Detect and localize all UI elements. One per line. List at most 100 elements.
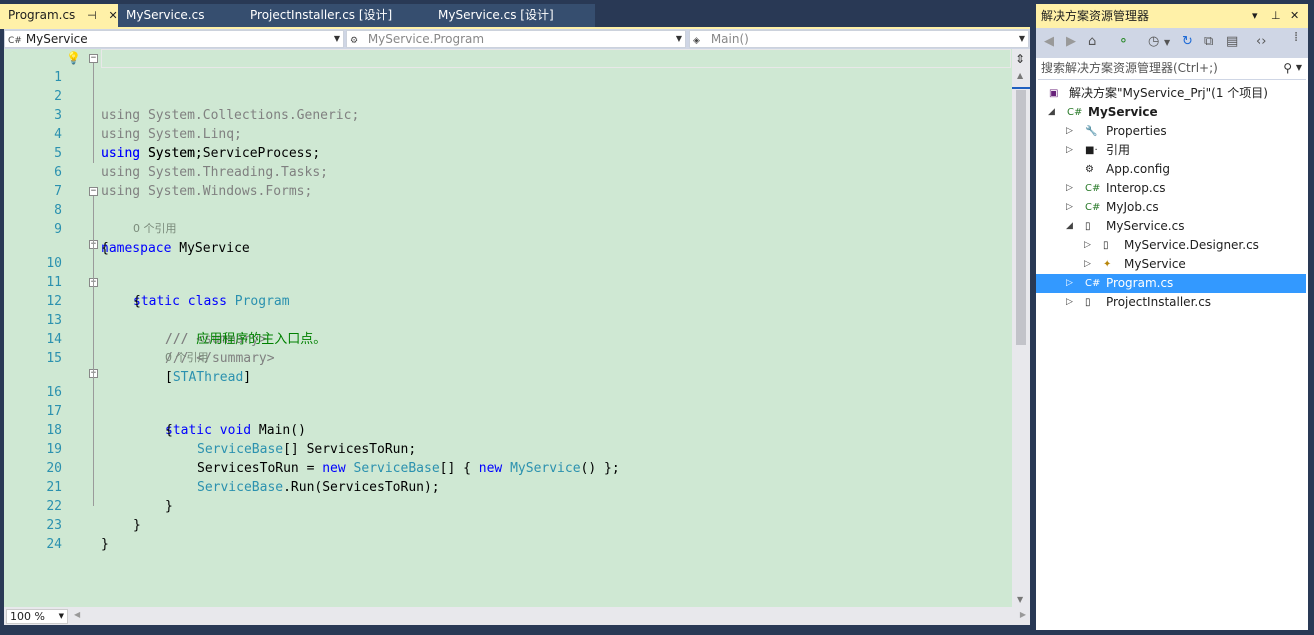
close-icon[interactable]: ✕ — [109, 4, 118, 27]
code-line: 7 — [4, 163, 1012, 199]
code-editor-pane: Program.cs ⊣ ✕ MyService.cs ProjectInsta… — [0, 0, 1034, 635]
horizontal-scrollbar[interactable]: 100 % ▼ ◀ ▶ — [4, 607, 1030, 625]
panel-title: 解决方案资源管理器 — [1041, 9, 1150, 23]
line-number: 24 — [46, 537, 62, 552]
csharp-project-icon: C# — [8, 36, 22, 46]
tree-item-label: MyService — [1124, 257, 1186, 271]
forward-icon[interactable]: ▶ — [1066, 34, 1076, 49]
config-file-icon: ⚙ — [1085, 164, 1094, 175]
code-text-area[interactable]: 1 💡 − using System; 2 using System.Colle… — [4, 49, 1012, 607]
scroll-up-icon[interactable]: ▲ — [1017, 71, 1023, 80]
tab-label: MyService.cs — [126, 8, 205, 22]
tree-item-myservice-designer-cs[interactable]: ▷ ▯ MyService.Designer.cs — [1036, 236, 1306, 255]
project-dropdown[interactable]: C# MyService ▼ — [4, 30, 344, 48]
tree-item-label: MyService.cs — [1106, 219, 1185, 233]
code-line: 3 using System.Linq; — [4, 87, 1012, 142]
tree-item-app-config[interactable]: ⚙ App.config — [1036, 160, 1306, 179]
window-position-dropdown-icon[interactable]: ▾ — [1252, 4, 1258, 28]
collapse-icon[interactable]: − — [89, 187, 98, 196]
scroll-right-icon[interactable]: ▶ — [1020, 610, 1026, 619]
file-icon: ▯ — [1085, 221, 1091, 232]
code-line: 10 − static class Program — [4, 235, 1012, 310]
tree-item-myjob-cs[interactable]: ▷ C# MyJob.cs — [1036, 198, 1306, 217]
close-icon[interactable]: ✕ — [1290, 4, 1299, 28]
tab-myservice-cs[interactable]: MyService.cs — [118, 4, 242, 27]
scroll-left-icon[interactable]: ◀ — [74, 610, 80, 619]
chevron-down-icon[interactable]: ▼ — [1296, 58, 1302, 78]
search-placeholder: 搜索解决方案资源管理器(Ctrl+;) — [1041, 61, 1218, 75]
expand-arrow-icon[interactable]: ▷ — [1066, 293, 1073, 312]
tab-projectinstaller-designer[interactable]: ProjectInstaller.cs [设计] — [242, 4, 430, 27]
code-line: 9 { — [4, 201, 1012, 256]
tree-item-properties[interactable]: ▷ 🔧 Properties — [1036, 122, 1306, 141]
project-dropdown-value: MyService — [25, 32, 88, 46]
overflow-icon[interactable]: ⁞ — [1294, 30, 1298, 45]
tree-item-myservice-component[interactable]: ▷ ✦ MyService — [1036, 255, 1306, 274]
method-icon: ◈ — [693, 36, 700, 46]
tree-item-myservice-cs[interactable]: ◢ ▯ MyService.cs — [1036, 217, 1306, 236]
refresh-icon[interactable]: ↻ — [1182, 34, 1193, 49]
history-icon[interactable]: ◷ — [1148, 34, 1159, 49]
tab-label: MyService.cs [设计] — [438, 8, 554, 22]
member-dropdown[interactable]: ◈ Main() ▼ — [689, 30, 1029, 48]
vertical-scrollbar[interactable]: ⇕ ▲ ▼ — [1012, 49, 1030, 607]
reference-count-hint[interactable]: 0 个引用 — [165, 350, 209, 365]
solution-search-input[interactable]: 搜索解决方案资源管理器(Ctrl+;) ⚲ ▼ — [1038, 58, 1306, 80]
tree-item-label: 引用 — [1106, 143, 1131, 157]
tree-item-program-cs[interactable]: ▷ C# Program.cs — [1036, 274, 1306, 293]
scroll-down-icon[interactable]: ▼ — [1017, 595, 1023, 604]
zoom-dropdown[interactable]: 100 % ▼ — [6, 609, 68, 624]
code-line: 11 { — [4, 254, 1012, 309]
expand-arrow-icon[interactable]: ▷ — [1066, 122, 1073, 141]
csharp-file-icon: C# — [1085, 202, 1101, 213]
collapse-all-icon[interactable]: ⧉ — [1204, 34, 1213, 49]
expand-arrow-icon[interactable]: ▷ — [1066, 274, 1073, 293]
tab-myservice-designer[interactable]: MyService.cs [设计] — [430, 4, 595, 27]
outlining-guide — [93, 196, 94, 506]
expand-arrow-icon[interactable]: ▷ — [1066, 198, 1073, 217]
tab-program-cs[interactable]: Program.cs ⊣ ✕ — [0, 4, 118, 27]
expand-arrow-icon[interactable]: ▷ — [1084, 255, 1091, 274]
outlining-guide — [93, 63, 94, 163]
tree-item-project[interactable]: ◢ C# MyService — [1036, 103, 1306, 122]
collapse-arrow-icon[interactable]: ◢ — [1066, 217, 1073, 236]
expand-arrow-icon[interactable]: ▷ — [1066, 179, 1073, 198]
code-line: 20 ServiceBase.Run(ServicesToRun); — [4, 440, 1012, 495]
csharp-file-icon: C# — [1085, 183, 1101, 194]
tree-item-projectinstaller-cs[interactable]: ▷ ▯ ProjectInstaller.cs — [1036, 293, 1306, 312]
code-line: 1 💡 − using System; — [4, 49, 1012, 161]
lightbulb-icon[interactable]: 💡 — [66, 49, 81, 68]
reference-count-hint[interactable]: 0 个引用 — [133, 221, 177, 236]
back-icon[interactable]: ◀ — [1044, 34, 1054, 49]
scrollbar-thumb[interactable] — [1016, 90, 1026, 345]
caret-position-marker — [1012, 87, 1030, 89]
csharp-class-icon: C# — [1085, 278, 1101, 289]
show-all-files-icon[interactable]: ▤ — [1226, 34, 1238, 49]
expand-arrow-icon[interactable]: ▷ — [1066, 141, 1073, 160]
chevron-down-icon[interactable]: ▼ — [1164, 38, 1170, 47]
tree-item-solution[interactable]: ▣ 解决方案"MyService_Prj"(1 个项目) — [1036, 84, 1306, 103]
current-line-highlight — [101, 49, 1011, 68]
pin-icon[interactable]: ⊣ — [87, 4, 97, 27]
collapse-icon[interactable]: − — [89, 54, 98, 63]
code-line: 12 − /// <summary> — [4, 273, 1012, 348]
wrench-icon: 🔧 — [1085, 126, 1098, 137]
expand-arrow-icon[interactable]: ▷ — [1084, 236, 1091, 255]
class-dropdown[interactable]: ⚙ MyService.Program ▼ — [346, 30, 686, 48]
search-icon[interactable]: ⚲ — [1283, 58, 1292, 78]
class-dropdown-value: MyService.Program — [367, 32, 485, 46]
home-icon[interactable]: ⌂ — [1088, 34, 1096, 49]
tree-item-label: MyService — [1088, 105, 1158, 119]
csharp-project-icon: C# — [1067, 107, 1083, 118]
split-window-icon[interactable]: ⇕ — [1015, 52, 1025, 66]
chevron-down-icon: ▼ — [58, 612, 64, 620]
view-code-icon[interactable]: ‹› — [1256, 34, 1266, 49]
tree-item-references[interactable]: ▷ ■· 引用 — [1036, 141, 1306, 160]
file-icon: ▯ — [1085, 297, 1091, 308]
code-line: 21 } — [4, 459, 1012, 514]
tree-item-label: ProjectInstaller.cs — [1106, 295, 1212, 309]
collapse-arrow-icon[interactable]: ◢ — [1048, 103, 1055, 122]
pending-changes-filter-icon[interactable]: ⚬ — [1118, 34, 1129, 49]
auto-hide-pin-icon[interactable]: ⊥ — [1271, 4, 1281, 28]
tree-item-interop-cs[interactable]: ▷ C# Interop.cs — [1036, 179, 1306, 198]
